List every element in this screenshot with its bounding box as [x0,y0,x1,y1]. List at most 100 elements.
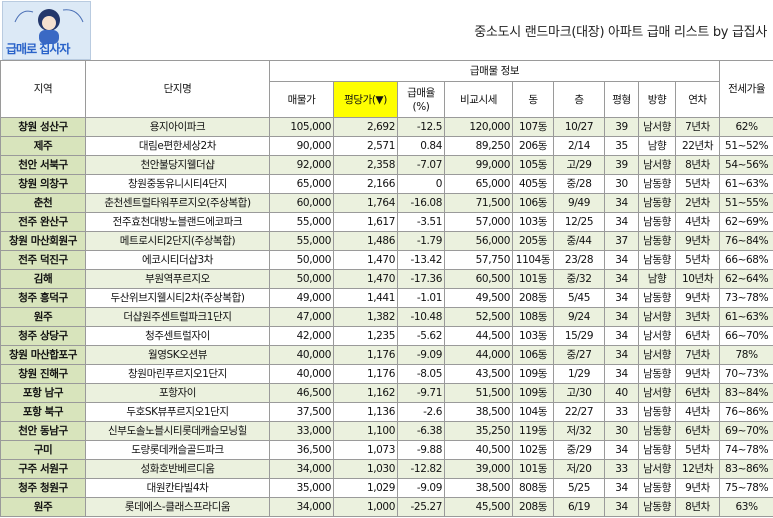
table-row[interactable]: 전주 덕진구 에코시티더샵3차 50,000 1,470 -13.42 57,750 110… [0,250,773,270]
cell-price: 36,500 [269,440,334,460]
col-header-discount[interactable]: 급매율 (%) [397,81,445,118]
table-row[interactable]: 청주 상당구 청주센트럴자이 42,000 1,235 -5.62 44,500 103동 1… [0,326,773,346]
cell-per-pyeong: 1,235 [333,326,398,346]
cell-price: 92,000 [269,155,334,175]
cell-per-pyeong: 2,571 [333,136,398,156]
col-header-price[interactable]: 매물가 [269,81,334,118]
cell-name: 대림e편한세상2차 [85,136,270,156]
col-header-floor[interactable]: 층 [553,81,605,118]
cell-jeonse: 73~78% [719,288,773,308]
cell-pyeong: 39 [604,117,639,137]
cell-direction: 남서향 [638,383,676,403]
cell-discount: -9.09 [397,345,445,365]
table-row[interactable]: 원주 더샵원주센트럴파크1단지 47,000 1,382 -10.48 52,500 108… [0,307,773,327]
cell-per-pyeong: 1,136 [333,402,398,422]
table-row[interactable]: 김해 부원역푸르지오 50,000 1,470 -17.36 60,500 101동 중/32… [0,269,773,289]
cell-region: 제주 [0,136,86,156]
cell-age: 9년차 [674,288,721,308]
cell-dong: 109동 [512,383,554,403]
table-row[interactable]: 창원 마산회원구 메트로시티2단지(주상복합) 55,000 1,486 -1.79 56… [0,231,773,251]
table-row[interactable]: 창원 진해구 창원마린푸르지오1단지 40,000 1,176 -8.05 43,500 1… [0,364,773,384]
cell-price: 34,000 [269,459,334,479]
col-header-jeonse[interactable]: 전세가율 [719,60,773,118]
table-row[interactable]: 포항 남구 포항자이 46,500 1,162 -9.71 51,500 109동 고/30 4… [0,383,773,403]
table-row[interactable]: 구주 서원구 성화호반베르디움 34,000 1,030 -12.82 39,000 101… [0,459,773,479]
cell-direction: 남서향 [638,345,676,365]
cell-floor: 2/14 [553,136,605,156]
cell-direction: 남동향 [638,440,676,460]
cell-pyeong: 30 [604,174,639,194]
cell-direction: 남서향 [638,459,676,479]
cell-compare: 65,000 [444,174,513,194]
cell-name: 도량롯데캐슬골드파크 [85,440,270,460]
cell-per-pyeong: 1,000 [333,497,398,517]
cell-age: 8년차 [674,497,721,517]
col-header-per-pyeong[interactable]: 평당가(▼) [333,81,398,118]
cell-name: 창원마린푸르지오1단지 [85,364,270,384]
table-row[interactable]: 포항 북구 두호SK뷰푸르지오1단지 37,500 1,136 -2.6 38,500 10… [0,402,773,422]
table-row[interactable]: 구미 도량롯데캐슬골드파크 36,500 1,073 -9.88 40,500 102동 중/… [0,440,773,460]
cell-name: 에코시티더샵3차 [85,250,270,270]
cell-discount: -13.42 [397,250,445,270]
cell-discount: -6.38 [397,421,445,441]
cell-price: 40,000 [269,364,334,384]
table-body: 창원 성산구 용지아이파크 105,000 2,692 -12.5 120,000 107동… [0,117,773,517]
col-header-dong[interactable]: 동 [512,81,554,118]
cell-age: 7년차 [674,345,721,365]
cell-price: 65,000 [269,174,334,194]
col-header-pyeong[interactable]: 평형 [604,81,639,118]
cell-discount: -1.79 [397,231,445,251]
table-row[interactable]: 춘천 춘천센트럴타워푸르지오(주상복합) 60,000 1,764 -16.08 71,5… [0,193,773,213]
cell-floor: 저/32 [553,421,605,441]
cell-price: 47,000 [269,307,334,327]
cell-floor: 5/45 [553,288,605,308]
cell-dong: 205동 [512,231,554,251]
cell-direction: 남서향 [638,155,676,175]
table-row[interactable]: 원주 롯데에스-클래스프라디움 34,000 1,000 -25.27 45,500 208… [0,497,773,517]
table-row[interactable]: 청주 청원구 대원칸타빌4차 35,000 1,029 -9.09 38,500 808동 5… [0,478,773,498]
cell-discount: -17.36 [397,269,445,289]
col-header-compare[interactable]: 비교시세 [444,81,513,118]
table-row[interactable]: 제주 대림e편한세상2차 90,000 2,571 0.84 89,250 206동 2/14… [0,136,773,156]
cell-pyeong: 34 [604,212,639,232]
table-row[interactable]: 천안 서북구 천안불당지웰더샵 92,000 2,358 -7.07 99,000 105동… [0,155,773,175]
cell-age: 9년차 [674,478,721,498]
table-row[interactable]: 청주 흥덕구 두산위브지웰시티2차(주상복합) 49,000 1,441 -1.01 49… [0,288,773,308]
page-title: 중소도시 랜드마크(대장) 아파트 급매 리스트 by 급집사 [474,25,767,40]
discount-header-label: 급매율 (%) [407,86,435,113]
cell-direction: 남동향 [638,174,676,194]
table-row[interactable]: 전주 완산구 전주효천대방노블랜드에코파크 55,000 1,617 -3.51 57,0… [0,212,773,232]
cell-direction: 남동향 [638,478,676,498]
cell-direction: 남동향 [638,231,676,251]
cell-compare: 71,500 [444,193,513,213]
cell-pyeong: 34 [604,269,639,289]
logo-text: 급매로 집사자 [6,42,70,56]
col-header-complex[interactable]: 단지명 [85,60,270,118]
cell-discount: -12.5 [397,117,445,137]
cell-discount: -5.62 [397,326,445,346]
col-header-direction[interactable]: 방향 [638,81,676,118]
table-row[interactable]: 창원 의창구 창원중동유니시티4단지 65,000 2,166 0 65,000 405동 중… [0,174,773,194]
cell-pyeong: 34 [604,364,639,384]
cell-region: 청주 청원구 [0,478,86,498]
cell-jeonse: 62~69% [719,212,773,232]
cell-discount: -3.51 [397,212,445,232]
table-row[interactable]: 창원 성산구 용지아이파크 105,000 2,692 -12.5 120,000 107동… [0,117,773,137]
col-header-region[interactable]: 지역 [0,60,86,118]
cell-dong: 105동 [512,155,554,175]
cell-per-pyeong: 2,358 [333,155,398,175]
cell-floor: 22/27 [553,402,605,422]
cell-age: 5년차 [674,440,721,460]
cell-dong: 1104동 [512,250,554,270]
cell-region: 전주 덕진구 [0,250,86,270]
cell-price: 40,000 [269,345,334,365]
cell-floor: 고/30 [553,383,605,403]
col-header-age[interactable]: 연차 [674,81,721,118]
logo: 급매로 집사자 [2,1,91,60]
cell-discount: -9.09 [397,478,445,498]
cell-direction: 남동향 [638,212,676,232]
cell-age: 2년차 [674,193,721,213]
table-row[interactable]: 천안 동남구 신부도솔노블시티롯데캐슬모닝힐 33,000 1,100 -6.38 35,… [0,421,773,441]
cell-per-pyeong: 1,176 [333,364,398,384]
table-row[interactable]: 창원 마산합포구 월영SK오션뷰 40,000 1,176 -9.09 44,000 106… [0,345,773,365]
